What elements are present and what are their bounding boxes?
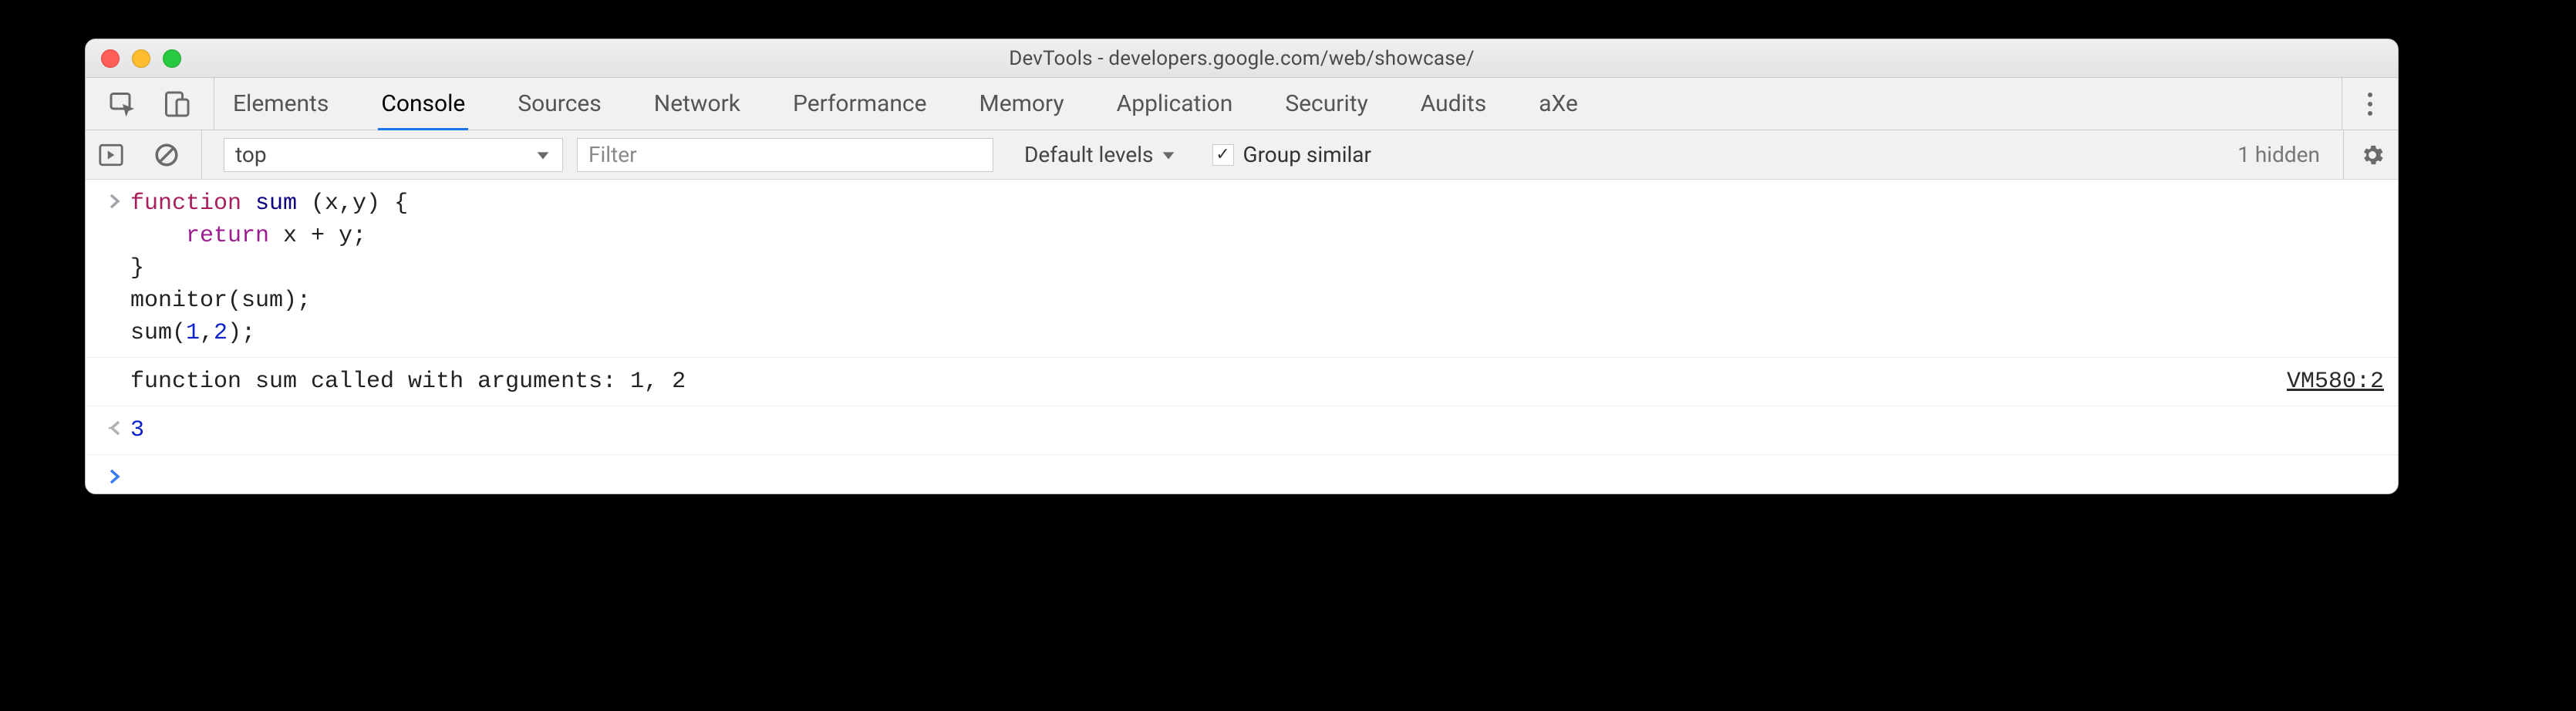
tab-console[interactable]: Console — [378, 79, 468, 130]
tab-sources[interactable]: Sources — [514, 79, 604, 130]
console-filter-input[interactable]: Filter — [577, 138, 993, 172]
console-settings-gear-icon[interactable] — [2359, 142, 2385, 168]
console-log-text: function sum called with arguments: 1, 2 — [130, 366, 2271, 398]
group-similar-label: Group similar — [1243, 142, 1372, 167]
tab-network[interactable]: Network — [651, 79, 743, 130]
window-title: DevTools - developers.google.com/web/sho… — [86, 47, 2398, 70]
checkbox-checked-icon: ✓ — [1212, 144, 1234, 166]
dropdown-arrow-icon — [1160, 147, 1177, 163]
prompt-chevron-icon — [99, 463, 130, 486]
zoom-window-button[interactable] — [163, 49, 181, 68]
result-chevron-icon — [99, 414, 130, 437]
tab-memory[interactable]: Memory — [976, 79, 1067, 130]
console-result-row: 3 — [86, 406, 2398, 455]
tab-performance[interactable]: Performance — [790, 79, 930, 130]
filter-placeholder: Filter — [588, 142, 637, 167]
log-level-selector[interactable]: Default levels — [1024, 142, 1177, 167]
close-window-button[interactable] — [101, 49, 120, 68]
titlebar: DevTools - developers.google.com/web/sho… — [86, 39, 2398, 78]
tab-axe[interactable]: aXe — [1536, 79, 1581, 130]
panel-tabs: Elements Console Sources Network Perform… — [214, 78, 1597, 130]
console-source-link[interactable]: VM580:2 — [2271, 366, 2384, 398]
console-input-code: function sum (x,y) { return x + y; } mon… — [130, 187, 2384, 349]
tab-application[interactable]: Application — [1114, 79, 1236, 130]
console-sidebar-toggle-icon[interactable] — [98, 142, 124, 168]
group-similar-checkbox[interactable]: ✓ Group similar — [1212, 142, 1372, 167]
kebab-menu-icon[interactable] — [2359, 89, 2381, 120]
hidden-messages-count[interactable]: 1 hidden — [2237, 142, 2320, 167]
console-prompt[interactable] — [86, 455, 2398, 494]
log-gutter — [99, 366, 130, 370]
devtools-window: DevTools - developers.google.com/web/sho… — [85, 39, 2399, 494]
console-input-row: function sum (x,y) { return x + y; } mon… — [86, 180, 2398, 358]
console-output: function sum (x,y) { return x + y; } mon… — [86, 180, 2398, 494]
log-level-label: Default levels — [1024, 142, 1154, 167]
console-log-row: function sum called with arguments: 1, 2… — [86, 358, 2398, 406]
device-toolbar-icon[interactable] — [163, 90, 191, 118]
execution-context-label: top — [235, 142, 267, 167]
console-result-value: 3 — [130, 414, 2384, 446]
tab-security[interactable]: Security — [1282, 79, 1371, 130]
panel-tabs-bar: Elements Console Sources Network Perform… — [86, 78, 2398, 130]
console-prompt-input[interactable] — [130, 463, 2384, 486]
console-toolbar: top Filter Default levels ✓ Group simila… — [86, 130, 2398, 180]
execution-context-selector[interactable]: top — [224, 138, 563, 172]
traffic-lights — [101, 49, 181, 68]
input-chevron-icon — [99, 187, 130, 211]
tab-audits[interactable]: Audits — [1418, 79, 1489, 130]
tab-elements[interactable]: Elements — [230, 79, 332, 130]
inspect-element-icon[interactable] — [109, 90, 137, 118]
minimize-window-button[interactable] — [132, 49, 150, 68]
clear-console-icon[interactable] — [153, 142, 180, 168]
dropdown-arrow-icon — [534, 147, 551, 163]
